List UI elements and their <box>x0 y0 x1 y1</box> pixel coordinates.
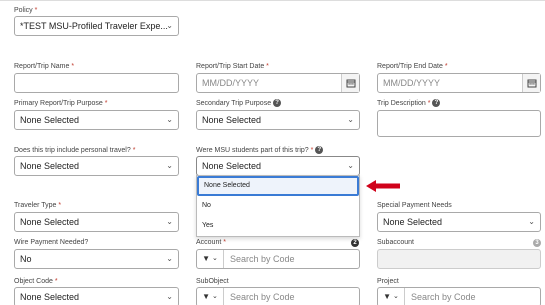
dropdown-option-yes[interactable]: Yes <box>197 216 359 236</box>
calendar-icon[interactable] <box>341 74 359 92</box>
subobject-search-input[interactable]: ▼ ⌄ Search by Code <box>196 287 360 305</box>
subaccount-count-badge: 3 <box>533 239 541 247</box>
report-name-input[interactable] <box>14 73 179 93</box>
account-label: Account * <box>196 239 226 246</box>
primary-purpose-select[interactable]: None Selected ⌄ <box>14 110 179 130</box>
help-icon[interactable]: ? <box>432 99 441 108</box>
filter-icon[interactable]: ▼ ⌄ <box>197 288 224 305</box>
dropdown-option-none-selected[interactable]: None Selected <box>197 176 359 196</box>
traveler-type-label: Traveler Type * <box>14 202 62 209</box>
report-name-label: Report/Trip Name * <box>14 63 75 70</box>
msu-students-select[interactable]: None Selected ⌄ <box>196 156 360 176</box>
object-code-select[interactable]: None Selected ⌄ <box>14 287 179 305</box>
chevron-down-icon: ⌄ <box>166 254 173 263</box>
project-search-input[interactable]: ▼ ⌄ Search by Code <box>377 287 541 305</box>
wire-payment-label: Wire Payment Needed? <box>14 239 89 246</box>
start-date-input[interactable]: MM/DD/YYYY <box>196 73 360 93</box>
personal-travel-label: Does this trip include personal travel? … <box>14 147 136 154</box>
top-divider <box>0 0 545 1</box>
filter-icon[interactable]: ▼ ⌄ <box>197 250 224 268</box>
project-label: Project <box>377 278 399 285</box>
help-icon[interactable]: ? <box>315 146 324 155</box>
dropdown-option-no[interactable]: No <box>197 196 359 216</box>
chevron-down-icon: ⌄ <box>166 217 173 226</box>
trip-description-textarea[interactable] <box>377 110 541 137</box>
special-payment-label: Special Payment Needs <box>377 202 452 209</box>
help-icon[interactable]: ? <box>273 99 282 108</box>
end-date-label: Report/Trip End Date * <box>377 63 448 70</box>
annotation-arrow-icon <box>366 180 400 192</box>
calendar-icon[interactable] <box>522 74 540 92</box>
msu-students-dropdown: None Selected No Yes <box>196 175 360 237</box>
primary-purpose-label: Primary Report/Trip Purpose * <box>14 100 108 107</box>
chevron-down-icon: ⌄ <box>166 115 173 124</box>
account-search-input[interactable]: ▼ ⌄ Search by Code <box>196 249 360 269</box>
subobject-label: SubObject <box>196 278 229 285</box>
trip-description-label: Trip Description *? <box>377 99 441 108</box>
secondary-purpose-select[interactable]: None Selected ⌄ <box>196 110 360 130</box>
start-date-label: Report/Trip Start Date * <box>196 63 269 70</box>
msu-students-label: Were MSU students part of this trip? *? <box>196 146 324 155</box>
traveler-type-select[interactable]: None Selected ⌄ <box>14 212 179 232</box>
policy-select[interactable]: *TEST MSU-Profiled Traveler Expe... ⌄ <box>14 16 179 36</box>
personal-travel-select[interactable]: None Selected ⌄ <box>14 156 179 176</box>
object-code-label: Object Code * <box>14 278 58 285</box>
subaccount-label: Subaccount <box>377 239 414 246</box>
special-payment-select[interactable]: None Selected ⌄ <box>377 212 541 232</box>
secondary-purpose-label: Secondary Trip Purpose? <box>196 99 282 108</box>
chevron-down-icon: ⌄ <box>347 161 354 170</box>
wire-payment-select[interactable]: No ⌄ <box>14 249 179 269</box>
chevron-down-icon: ⌄ <box>347 115 354 124</box>
end-date-input[interactable]: MM/DD/YYYY <box>377 73 541 93</box>
chevron-down-icon: ⌄ <box>166 292 173 301</box>
subaccount-input <box>377 249 541 269</box>
policy-label: Policy * <box>14 7 38 14</box>
account-count-badge: 2 <box>351 239 359 247</box>
chevron-down-icon: ⌄ <box>528 217 535 226</box>
filter-icon[interactable]: ▼ ⌄ <box>378 288 405 305</box>
chevron-down-icon: ⌄ <box>166 161 173 170</box>
chevron-down-icon: ⌄ <box>166 21 173 30</box>
